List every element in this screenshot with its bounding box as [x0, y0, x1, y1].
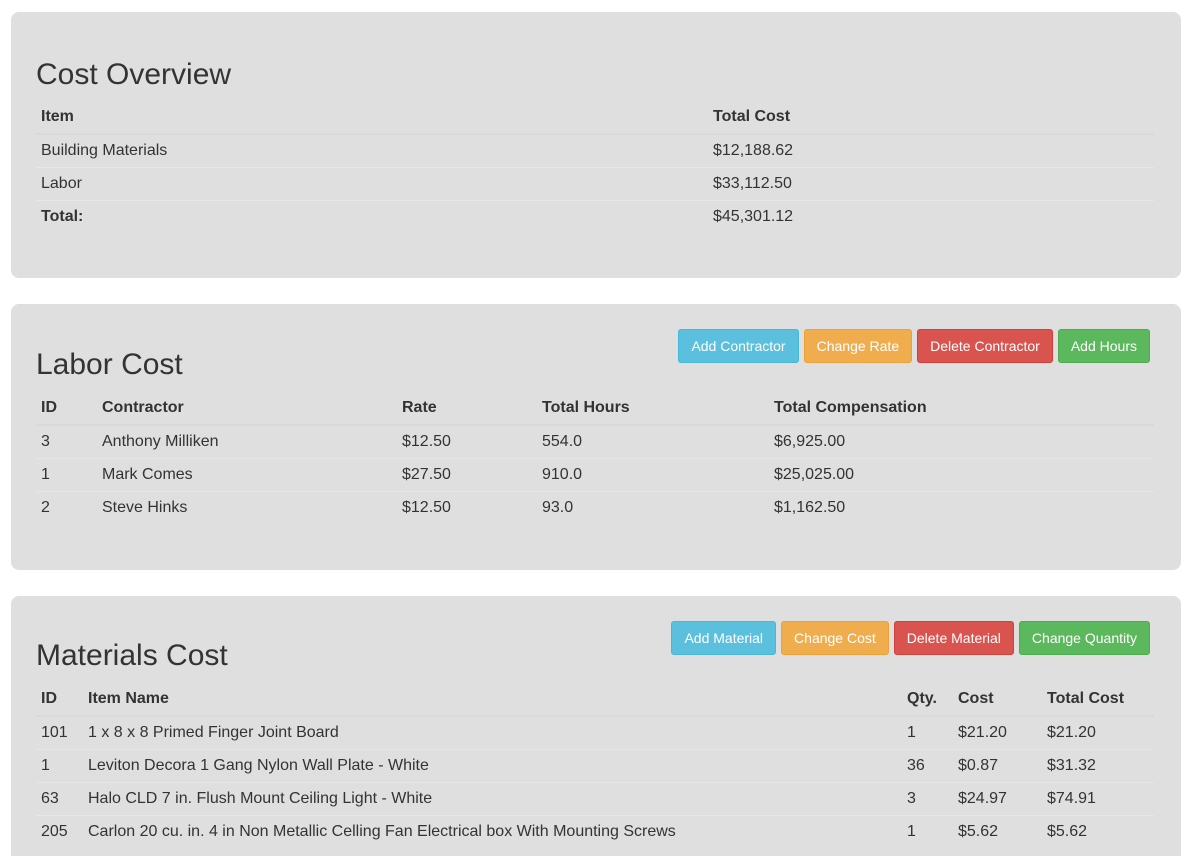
table-row: Building Materials $12,188.62	[36, 133, 1154, 167]
materials-cost-table: ID Item Name Qty. Cost Total Cost 101 1 …	[36, 683, 1154, 848]
column-header-contractor: Contractor	[97, 392, 397, 426]
table-row: 2 Steve Hinks $12.50 93.0 $1,162.50	[36, 490, 1154, 524]
column-header-rate: Rate	[397, 392, 537, 426]
column-header-total-cost: Total Cost	[1042, 683, 1154, 717]
cost-overview-panel: Cost Overview Item Total Cost Building M…	[11, 12, 1181, 278]
qty-cell: 1	[902, 814, 953, 848]
cost-cell: $21.20	[953, 715, 1042, 749]
table-row: 63 Halo CLD 7 in. Flush Mount Ceiling Li…	[36, 781, 1154, 815]
compensation-cell: $25,025.00	[769, 457, 1154, 491]
delete-contractor-button[interactable]: Delete Contractor	[917, 329, 1053, 363]
add-contractor-button[interactable]: Add Contractor	[678, 329, 799, 363]
contractor-cell: Anthony Milliken	[97, 424, 397, 458]
labor-button-group: Add Contractor Change Rate Delete Contra…	[678, 329, 1150, 363]
table-header-row: Item Total Cost	[36, 101, 1154, 135]
id-cell: 63	[36, 781, 83, 815]
column-header-qty: Qty.	[902, 683, 953, 717]
column-header-item-name: Item Name	[83, 683, 902, 717]
total-cost-cell: $31.32	[1042, 748, 1154, 782]
labor-cost-panel: Labor Cost Add Contractor Change Rate De…	[11, 304, 1181, 570]
column-header-total-cost: Total Cost	[708, 101, 1154, 135]
hours-cell: 93.0	[537, 490, 769, 524]
rate-cell: $27.50	[397, 457, 537, 491]
cost-overview-table: Item Total Cost Building Materials $12,1…	[36, 101, 1154, 233]
cost-overview-title: Cost Overview	[36, 58, 232, 91]
cost-cell: $24.97	[953, 781, 1042, 815]
id-cell: 2	[36, 490, 97, 524]
compensation-cell: $1,162.50	[769, 490, 1154, 524]
contractor-cell: Mark Comes	[97, 457, 397, 491]
qty-cell: 1	[902, 715, 953, 749]
delete-material-button[interactable]: Delete Material	[893, 621, 1014, 655]
column-header-id: ID	[36, 683, 83, 717]
qty-cell: 3	[902, 781, 953, 815]
id-cell: 205	[36, 814, 83, 848]
column-header-total-compensation: Total Compensation	[769, 392, 1154, 426]
total-cost-cell: $74.91	[1042, 781, 1154, 815]
id-cell: 1	[36, 748, 83, 782]
table-row: Labor $33,112.50	[36, 166, 1154, 200]
hours-cell: 910.0	[537, 457, 769, 491]
item-cell: Building Materials	[36, 133, 708, 167]
total-cost-cell: $21.20	[1042, 715, 1154, 749]
compensation-cell: $6,925.00	[769, 424, 1154, 458]
total-label-cell: Total:	[36, 199, 708, 233]
labor-cost-table: ID Contractor Rate Total Hours Total Com…	[36, 392, 1154, 524]
item-name-cell: 1 x 8 x 8 Primed Finger Joint Board	[83, 715, 902, 749]
table-row: 1 Leviton Decora 1 Gang Nylon Wall Plate…	[36, 748, 1154, 782]
add-material-button[interactable]: Add Material	[671, 621, 777, 655]
id-cell: 1	[36, 457, 97, 491]
total-cost-cell: $12,188.62	[708, 133, 1154, 167]
change-quantity-button[interactable]: Change Quantity	[1018, 621, 1150, 655]
item-name-cell: Halo CLD 7 in. Flush Mount Ceiling Light…	[83, 781, 902, 815]
add-hours-button[interactable]: Add Hours	[1057, 329, 1150, 363]
grand-total-cell: $45,301.12	[708, 199, 1154, 233]
cost-cell: $0.87	[953, 748, 1042, 782]
table-header-row: ID Contractor Rate Total Hours Total Com…	[36, 392, 1154, 426]
rate-cell: $12.50	[397, 490, 537, 524]
id-cell: 3	[36, 424, 97, 458]
column-header-item: Item	[36, 101, 708, 135]
materials-cost-title: Materials Cost	[36, 639, 228, 672]
total-cost-cell: $5.62	[1042, 814, 1154, 848]
materials-cost-panel: Materials Cost Add Material Change Cost …	[11, 596, 1181, 856]
change-rate-button[interactable]: Change Rate	[803, 329, 913, 363]
labor-cost-title: Labor Cost	[36, 348, 183, 381]
item-name-cell: Leviton Decora 1 Gang Nylon Wall Plate -…	[83, 748, 902, 782]
rate-cell: $12.50	[397, 424, 537, 458]
change-cost-button[interactable]: Change Cost	[781, 621, 889, 655]
table-header-row: ID Item Name Qty. Cost Total Cost	[36, 683, 1154, 717]
table-row: 205 Carlon 20 cu. in. 4 in Non Metallic …	[36, 814, 1154, 848]
total-cost-cell: $33,112.50	[708, 166, 1154, 200]
item-name-cell: Carlon 20 cu. in. 4 in Non Metallic Cell…	[83, 814, 902, 848]
table-row-total: Total: $45,301.12	[36, 199, 1154, 233]
table-row: 101 1 x 8 x 8 Primed Finger Joint Board …	[36, 715, 1154, 749]
table-row: 1 Mark Comes $27.50 910.0 $25,025.00	[36, 457, 1154, 491]
materials-button-group: Add Material Change Cost Delete Material…	[671, 621, 1150, 655]
hours-cell: 554.0	[537, 424, 769, 458]
cost-cell: $5.62	[953, 814, 1042, 848]
item-cell: Labor	[36, 166, 708, 200]
column-header-total-hours: Total Hours	[537, 392, 769, 426]
column-header-id: ID	[36, 392, 97, 426]
qty-cell: 36	[902, 748, 953, 782]
id-cell: 101	[36, 715, 83, 749]
column-header-cost: Cost	[953, 683, 1042, 717]
table-row: 3 Anthony Milliken $12.50 554.0 $6,925.0…	[36, 424, 1154, 458]
contractor-cell: Steve Hinks	[97, 490, 397, 524]
